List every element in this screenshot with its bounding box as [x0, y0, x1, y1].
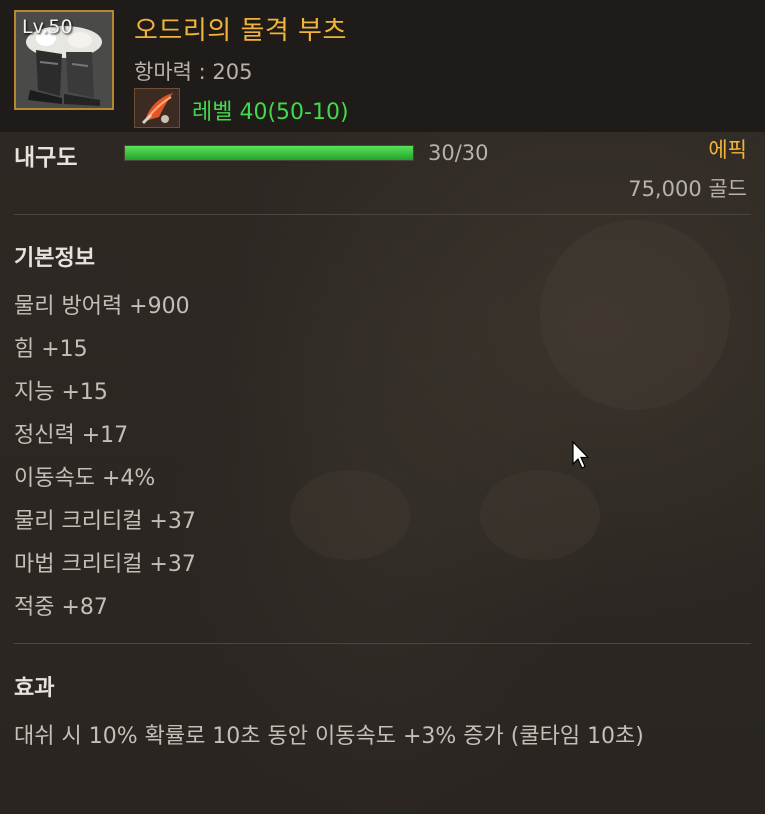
durability-bar	[124, 145, 414, 161]
stat-item: 적중 +87	[14, 595, 108, 620]
effect-description: 대쉬 시 10% 확률로 10초 동안 이동속도 +3% 증가 (쿨타임 10초…	[14, 724, 644, 749]
divider	[14, 643, 751, 644]
item-resistance: 항마력 : 205	[134, 60, 253, 84]
stat-item: 이동속도 +4%	[14, 466, 156, 491]
item-tooltip: Lv.50 오드리의 돌격 부츠 항마력 : 205 레벨 40(50-10) …	[0, 0, 765, 814]
stat-list: 물리 방어력 +900 힘 +15 지능 +15 정신력 +17 이동속도 +4…	[14, 290, 196, 634]
background-decoration	[540, 220, 730, 410]
durability-label: 내구도	[14, 145, 78, 171]
stat-item: 물리 크리티컬 +37	[14, 509, 196, 534]
item-level-badge: Lv.50	[22, 16, 73, 38]
tooltip-header: Lv.50 오드리의 돌격 부츠 항마력 : 205 레벨 40(50-10)	[0, 0, 765, 132]
durability-bar-fill	[125, 146, 413, 160]
rarity-label: 에픽	[708, 138, 747, 162]
stat-item: 물리 방어력 +900	[14, 294, 190, 319]
background-decoration	[290, 470, 410, 560]
item-name: 오드리의 돌격 부츠	[134, 16, 347, 46]
durability-value: 30/30	[428, 141, 489, 165]
fur-boots-icon: Lv.50	[14, 10, 114, 110]
stat-item: 힘 +15	[14, 337, 88, 362]
feather-icon	[134, 88, 180, 128]
stat-item: 마법 크리티컬 +37	[14, 552, 196, 577]
divider	[14, 214, 751, 215]
basic-info-title: 기본정보	[14, 246, 95, 271]
stat-item: 지능 +15	[14, 380, 108, 405]
effect-title: 효과	[14, 676, 55, 701]
level-requirement: 레벨 40(50-10)	[192, 100, 349, 125]
background-decoration	[480, 470, 600, 560]
mouse-cursor-icon	[572, 441, 590, 469]
price-label: 75,000 골드	[628, 177, 747, 201]
stat-item: 정신력 +17	[14, 423, 129, 448]
